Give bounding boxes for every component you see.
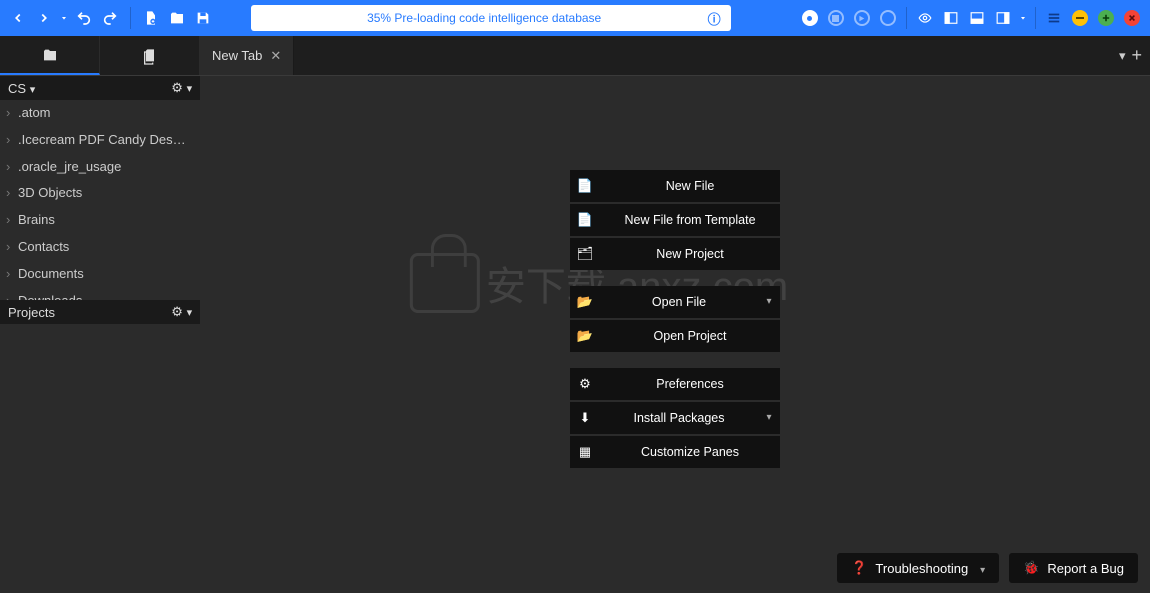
projects-header[interactable]: Projects ⚙ ▾ <box>0 300 200 324</box>
play-button[interactable] <box>850 6 874 30</box>
open-button[interactable] <box>165 6 189 30</box>
editor-tab-label: New Tab <box>212 48 262 63</box>
file-tree: .atom .Icecream PDF Candy Desktop .oracl… <box>0 100 200 300</box>
template-icon: 📄 <box>570 212 600 228</box>
stop-button[interactable] <box>824 6 848 30</box>
tree-item[interactable]: 3D Objects <box>0 180 200 207</box>
customize-panes-button[interactable]: ▦Customize Panes <box>570 436 780 468</box>
download-icon: ⬇ <box>570 410 600 426</box>
folder-icon: 📂 <box>570 294 600 310</box>
help-icon: ❓ <box>851 560 867 576</box>
new-file-button[interactable] <box>139 6 163 30</box>
tab-menu-icon[interactable]: ▾ <box>1119 48 1126 64</box>
menu-icon[interactable] <box>1042 6 1066 30</box>
info-icon[interactable]: ⓘ <box>708 9 721 28</box>
record-button[interactable] <box>798 6 822 30</box>
debug-button[interactable] <box>876 6 900 30</box>
new-file-template-button[interactable]: 📄New File from Template <box>570 204 780 236</box>
project-icon: 🗂 <box>570 246 600 262</box>
open-project-button[interactable]: 📂Open Project <box>570 320 780 352</box>
files-tab[interactable] <box>0 36 100 75</box>
nav-forward-button[interactable] <box>32 6 56 30</box>
main-toolbar: 35% Pre-loading code intelligence databa… <box>0 0 1150 36</box>
bug-icon: 🐞 <box>1023 560 1039 576</box>
troubleshooting-button[interactable]: ❓Troubleshooting <box>837 553 999 583</box>
new-file-button[interactable]: 📄New File <box>570 170 780 202</box>
sidebar-tabs: New Tab ✕ ▾ + <box>0 36 1150 76</box>
report-bug-button[interactable]: 🐞Report a Bug <box>1009 553 1138 583</box>
tree-item[interactable]: Downloads <box>0 288 200 300</box>
maximize-button[interactable] <box>1094 6 1118 30</box>
close-tab-icon[interactable]: ✕ <box>270 48 281 64</box>
grid-icon: ▦ <box>570 444 600 460</box>
sidebar-header-label: CS <box>8 81 26 96</box>
undo-button[interactable] <box>72 6 96 30</box>
start-menu: 📄New File 📄New File from Template 🗂New P… <box>570 170 780 470</box>
install-packages-button[interactable]: ⬇Install Packages▾ <box>570 402 780 434</box>
gear-icon: ⚙ <box>570 376 600 392</box>
editor-area: 安下载 anxz.com 📄New File 📄New File from Te… <box>200 76 1150 593</box>
panel-bottom-icon[interactable] <box>965 6 989 30</box>
nav-dropdown[interactable] <box>58 6 70 30</box>
documents-tab[interactable] <box>100 36 200 75</box>
tree-item[interactable]: .Icecream PDF Candy Desktop <box>0 127 200 154</box>
tree-item[interactable]: Documents <box>0 261 200 288</box>
save-button[interactable] <box>191 6 215 30</box>
new-project-button[interactable]: 🗂New Project <box>570 238 780 270</box>
editor-tab[interactable]: New Tab ✕ <box>200 36 294 75</box>
panel-dropdown[interactable] <box>1017 6 1029 30</box>
status-text: 35% Pre-loading code intelligence databa… <box>261 11 708 25</box>
preferences-button[interactable]: ⚙Preferences <box>570 368 780 400</box>
sidebar-header[interactable]: CS ▾ ⚙ ▾ <box>0 76 200 100</box>
redo-button[interactable] <box>98 6 122 30</box>
folder-icon: 📂 <box>570 328 600 344</box>
minimize-button[interactable] <box>1068 6 1092 30</box>
panel-right-icon[interactable] <box>991 6 1015 30</box>
chevron-down-icon: ▾ <box>758 296 780 307</box>
tree-item[interactable]: Brains <box>0 207 200 234</box>
nav-back-button[interactable] <box>6 6 30 30</box>
status-bar: 35% Pre-loading code intelligence databa… <box>251 5 731 31</box>
tree-item[interactable]: Contacts <box>0 234 200 261</box>
sidebar: CS ▾ ⚙ ▾ .atom .Icecream PDF Candy Deskt… <box>0 76 200 593</box>
eye-icon[interactable] <box>913 6 937 30</box>
close-button[interactable] <box>1120 6 1144 30</box>
tree-item[interactable]: .oracle_jre_usage <box>0 154 200 181</box>
panel-left-icon[interactable] <box>939 6 963 30</box>
add-tab-icon[interactable]: + <box>1131 45 1142 66</box>
gear-icon[interactable]: ⚙ ▾ <box>171 304 192 320</box>
tree-item[interactable]: .atom <box>0 100 200 127</box>
file-icon: 📄 <box>570 178 600 194</box>
chevron-down-icon: ▾ <box>758 412 780 423</box>
open-file-button[interactable]: 📂Open File▾ <box>570 286 780 318</box>
projects-header-label: Projects <box>8 305 55 320</box>
gear-icon[interactable]: ⚙ ▾ <box>171 80 192 96</box>
